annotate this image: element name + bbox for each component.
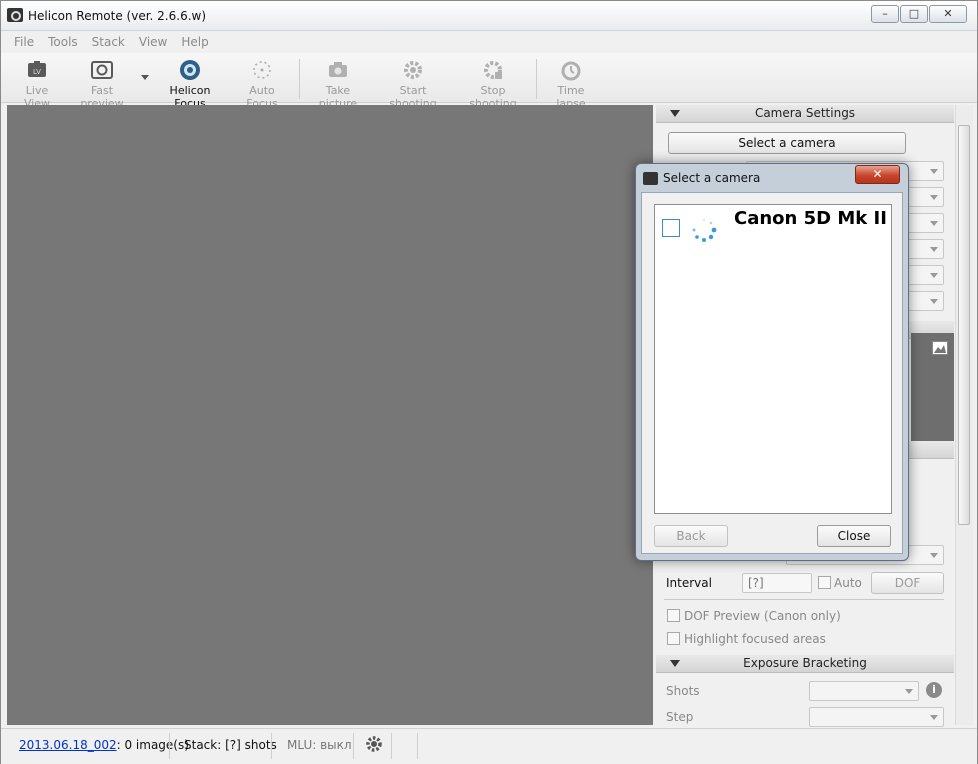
menu-bar: File Tools Stack View Help <box>1 32 977 52</box>
stop-shooting-button[interactable]: Stop shooting <box>458 59 528 110</box>
collapse-triangle-icon <box>670 110 680 117</box>
status-separator <box>271 733 272 759</box>
close-window-button[interactable]: ✕ <box>929 5 967 23</box>
dof-preview-label: DOF Preview (Canon only) <box>684 609 841 623</box>
live-view-button[interactable]: LV Live View <box>13 59 61 110</box>
info-icon[interactable]: i <box>926 682 942 698</box>
image-count: : 0 image(s) <box>116 738 189 752</box>
mlu-status: MLU: выкл <box>287 738 352 752</box>
window-title: Helicon Remote (ver. 2.6.6.w) <box>28 9 207 23</box>
dialog-title: Select a camera <box>663 171 761 185</box>
camera-settings-header[interactable]: Camera Settings <box>656 105 954 123</box>
camera-name[interactable]: Canon 5D Mk II <box>734 208 887 229</box>
take-picture-button[interactable]: Take picture <box>306 59 370 110</box>
exposure-bracketing-header[interactable]: Exposure Bracketing <box>656 655 954 673</box>
loading-spinner-icon <box>692 219 717 242</box>
status-bar: 2013.06.18_002: 0 image(s) Stack: [?] sh… <box>1 728 977 764</box>
camera-list[interactable]: Canon 5D Mk II <box>654 204 892 514</box>
svg-text:LV: LV <box>33 68 41 76</box>
dof-preview-checkbox[interactable] <box>667 609 680 622</box>
select-camera-button[interactable]: Select a camera <box>668 132 906 154</box>
menu-help[interactable]: Help <box>174 32 215 52</box>
camera-icon <box>329 62 347 77</box>
camera-app-icon <box>643 172 658 185</box>
auto-focus-icon <box>253 61 271 79</box>
stack-status: Stack: [?] shots <box>184 738 277 752</box>
start-shooting-gear-icon <box>404 61 422 79</box>
interval-spinbox[interactable]: [?] <box>742 573 812 593</box>
settings-gear-icon[interactable] <box>365 735 383 753</box>
menu-view[interactable]: View <box>132 32 174 52</box>
shots-combo[interactable] <box>809 681 919 701</box>
interval-label: Interval <box>666 576 712 590</box>
start-shooting-button[interactable]: Start shooting <box>377 59 449 110</box>
fast-preview-icon <box>91 61 113 79</box>
helicon-focus-button[interactable]: Helicon Focus <box>155 59 225 110</box>
highlight-focused-checkbox[interactable] <box>667 632 680 645</box>
dialog-close-text-button[interactable]: Close <box>817 525 891 547</box>
back-button[interactable]: Back <box>654 525 728 547</box>
toolbar-separator <box>536 59 537 99</box>
live-view-icon: LV <box>28 61 46 77</box>
highlight-focused-label: Highlight focused areas <box>684 632 826 646</box>
scrollbar-thumb[interactable] <box>958 125 970 525</box>
menu-stack[interactable]: Stack <box>85 32 132 52</box>
auto-label: Auto <box>834 576 862 590</box>
fast-preview-dropdown-icon[interactable] <box>141 75 149 81</box>
dialog-close-button[interactable]: ✕ <box>855 165 900 184</box>
fast-preview-button[interactable]: Fast preview <box>69 59 135 110</box>
camera-select-checkbox[interactable] <box>662 219 680 237</box>
status-separator <box>169 733 170 759</box>
live-preview-area[interactable] <box>7 105 653 725</box>
panel-scrollbar[interactable] <box>955 105 973 725</box>
step-combo[interactable] <box>809 707 944 727</box>
histogram-icon[interactable] <box>932 341 948 355</box>
session-info: 2013.06.18_002: 0 image(s) <box>19 738 189 752</box>
title-bar: Helicon Remote (ver. 2.6.6.w) – □ ✕ <box>1 1 977 31</box>
stop-shooting-gear-icon <box>484 61 502 79</box>
helicon-focus-icon <box>180 60 200 80</box>
dialog-body: Canon 5D Mk II Back Close <box>641 192 903 554</box>
divider <box>664 599 944 600</box>
time-lapse-clock-icon <box>561 61 581 81</box>
status-separator <box>391 733 392 759</box>
main-window: Helicon Remote (ver. 2.6.6.w) – □ ✕ File… <box>0 0 978 764</box>
time-lapse-button[interactable]: Time lapse <box>543 59 599 110</box>
minimize-button[interactable]: – <box>871 5 899 23</box>
toolbar-separator <box>299 59 300 99</box>
auto-interval-checkbox[interactable] <box>818 576 831 589</box>
menu-tools[interactable]: Tools <box>41 32 85 52</box>
step-label: Step <box>666 710 694 724</box>
dof-button[interactable]: DOF <box>871 572 944 594</box>
status-separator <box>353 733 354 759</box>
menu-file[interactable]: File <box>7 32 41 52</box>
auto-focus-button[interactable]: Auto Focus <box>233 59 291 110</box>
status-separator <box>417 733 418 759</box>
session-link[interactable]: 2013.06.18_002 <box>19 738 117 752</box>
shots-label: Shots <box>666 684 700 698</box>
maximize-button[interactable]: □ <box>900 5 928 23</box>
camera-app-icon <box>7 8 23 22</box>
select-camera-dialog: Select a camera ✕ Canon 5D Mk II Back Cl… <box>635 163 909 561</box>
toolbar: LV Live View Fast preview Helicon Focus <box>1 53 977 110</box>
collapse-triangle-icon <box>670 660 680 667</box>
